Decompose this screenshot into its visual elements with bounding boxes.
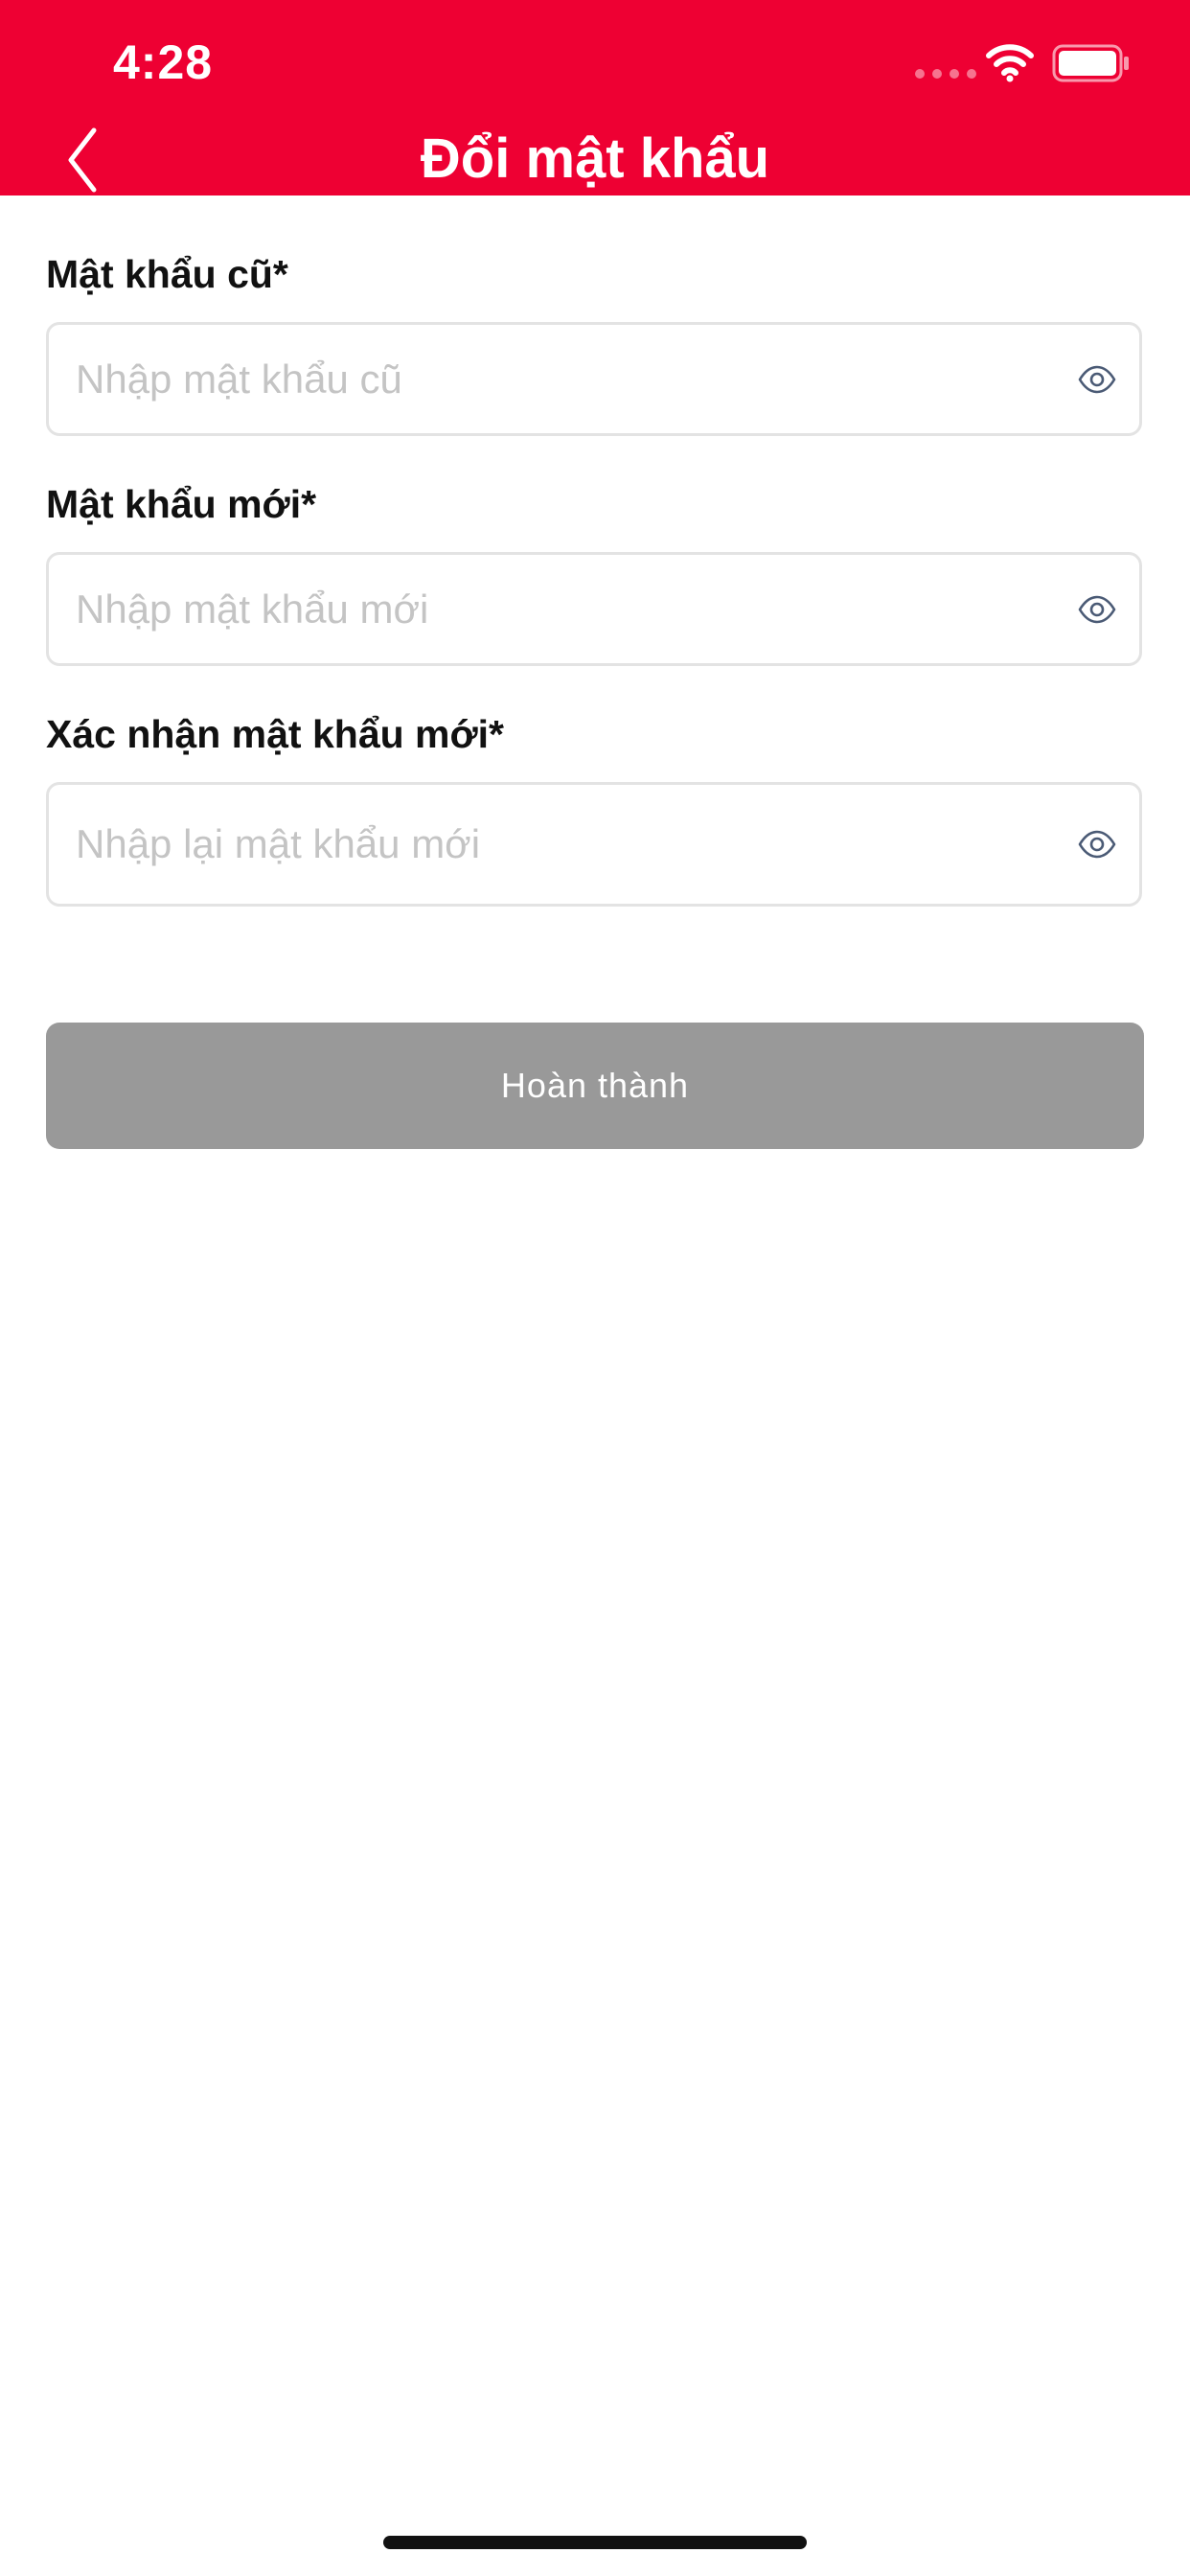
new-password-input[interactable] [76, 555, 1034, 663]
app-header: 4:28 Đổi mật khẩu [0, 0, 1190, 196]
old-password-field[interactable] [46, 322, 1142, 436]
confirm-password-field[interactable] [46, 782, 1142, 907]
confirm-password-label: Xác nhận mật khẩu mới* [46, 712, 505, 756]
cellular-signal-icon [915, 69, 976, 79]
new-password-label: Mật khẩu mới* [46, 482, 317, 526]
old-password-label: Mật khẩu cũ* [46, 252, 288, 296]
submit-button[interactable]: Hoàn thành [46, 1023, 1144, 1149]
home-indicator[interactable] [383, 2536, 807, 2549]
new-password-field[interactable] [46, 552, 1142, 666]
status-time: 4:28 [113, 35, 214, 89]
page-title: Đổi mật khẩu [420, 127, 770, 190]
eye-icon[interactable] [1076, 823, 1118, 865]
battery-icon [1052, 44, 1129, 82]
old-password-input[interactable] [76, 325, 1034, 433]
confirm-password-input[interactable] [76, 785, 1034, 904]
eye-icon[interactable] [1076, 588, 1118, 631]
eye-icon[interactable] [1076, 358, 1118, 401]
wifi-icon [986, 44, 1034, 82]
